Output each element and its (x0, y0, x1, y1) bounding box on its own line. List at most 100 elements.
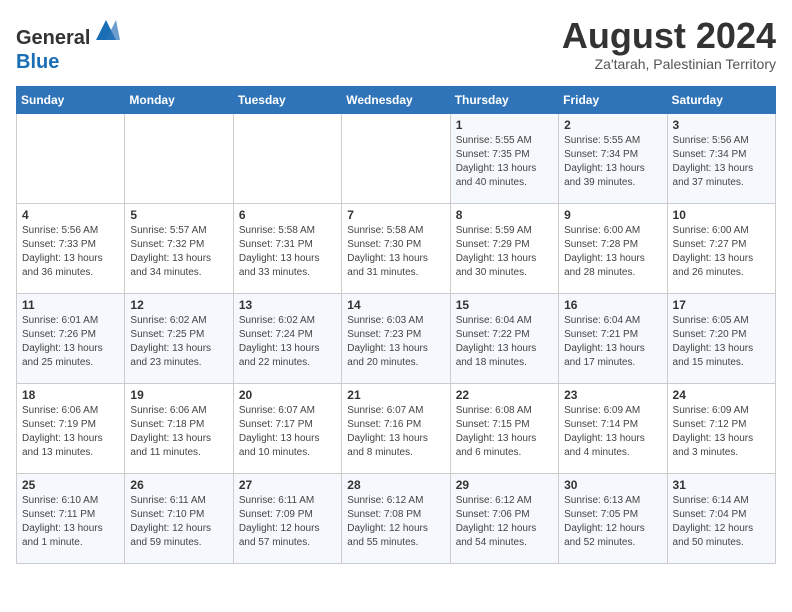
day-detail: Sunrise: 6:13 AM Sunset: 7:05 PM Dayligh… (564, 494, 661, 550)
calendar-cell: 17Sunrise: 6:05 AM Sunset: 7:20 PM Dayli… (667, 294, 775, 384)
day-number: 13 (239, 298, 336, 312)
location: Za'tarah, Palestinian Territory (562, 56, 776, 72)
weekday-header-row: SundayMondayTuesdayWednesdayThursdayFrid… (17, 87, 776, 114)
page-header: General Blue August 2024 Za'tarah, Pales… (16, 16, 776, 74)
calendar-cell: 9 Sunrise: 6:00 AM Sunset: 7:28 PM Daylig… (559, 204, 667, 294)
calendar-week-3: 11 Sunrise: 6:01 AM Sunset: 7:26 PM Dayli… (17, 294, 776, 384)
calendar-cell: 3 Sunrise: 5:56 AM Sunset: 7:34 PM Daylig… (667, 114, 775, 204)
title-area: August 2024 Za'tarah, Palestinian Territ… (562, 16, 776, 72)
calendar-cell: 29Sunrise: 6:12 AM Sunset: 7:06 PM Dayli… (450, 474, 558, 564)
day-number: 3 (673, 118, 770, 132)
calendar-cell (125, 114, 233, 204)
day-number: 17 (673, 298, 770, 312)
weekday-monday: Monday (125, 87, 233, 114)
calendar-cell: 8Sunrise: 5:59 AM Sunset: 7:29 PM Daylig… (450, 204, 558, 294)
day-detail: Sunrise: 6:04 AM Sunset: 7:21 PM Dayligh… (564, 314, 661, 370)
day-number: 15 (456, 298, 553, 312)
day-number: 22 (456, 388, 553, 402)
weekday-friday: Friday (559, 87, 667, 114)
calendar-cell: 25 Sunrise: 6:10 AM Sunset: 7:11 PM Dayli… (17, 474, 125, 564)
calendar-body: 1Sunrise: 5:55 AM Sunset: 7:35 PM Daylig… (17, 114, 776, 564)
calendar-cell: 19 Sunrise: 6:06 AM Sunset: 7:18 PM Dayli… (125, 384, 233, 474)
calendar-cell: 21 Sunrise: 6:07 AM Sunset: 7:16 PM Dayli… (342, 384, 450, 474)
day-number: 6 (239, 208, 336, 222)
calendar-cell (342, 114, 450, 204)
day-detail: Sunrise: 6:01 AM Sunset: 7:26 PM Dayligh… (22, 314, 119, 370)
calendar-cell: 1Sunrise: 5:55 AM Sunset: 7:35 PM Daylig… (450, 114, 558, 204)
calendar-week-4: 18 Sunrise: 6:06 AM Sunset: 7:19 PM Dayli… (17, 384, 776, 474)
day-number: 2 (564, 118, 661, 132)
day-detail: Sunrise: 6:06 AM Sunset: 7:19 PM Dayligh… (22, 404, 119, 460)
day-detail: Sunrise: 6:02 AM Sunset: 7:24 PM Dayligh… (239, 314, 336, 370)
day-detail: Sunrise: 5:56 AM Sunset: 7:33 PM Dayligh… (22, 224, 119, 280)
calendar-cell: 11 Sunrise: 6:01 AM Sunset: 7:26 PM Dayli… (17, 294, 125, 384)
calendar-cell: 15Sunrise: 6:04 AM Sunset: 7:22 PM Dayli… (450, 294, 558, 384)
day-detail: Sunrise: 5:59 AM Sunset: 7:29 PM Dayligh… (456, 224, 553, 280)
calendar-cell: 14Sunrise: 6:03 AM Sunset: 7:23 PM Dayli… (342, 294, 450, 384)
day-number: 7 (347, 208, 444, 222)
day-number: 21 (347, 388, 444, 402)
day-detail: Sunrise: 6:07 AM Sunset: 7:17 PM Dayligh… (239, 404, 336, 460)
day-number: 10 (673, 208, 770, 222)
calendar-cell (17, 114, 125, 204)
calendar-week-1: 1Sunrise: 5:55 AM Sunset: 7:35 PM Daylig… (17, 114, 776, 204)
day-number: 19 (130, 388, 227, 402)
calendar-week-2: 4 Sunrise: 5:56 AM Sunset: 7:33 PM Daylig… (17, 204, 776, 294)
day-detail: Sunrise: 5:58 AM Sunset: 7:31 PM Dayligh… (239, 224, 336, 280)
logo: General Blue (16, 16, 120, 74)
calendar-cell: 27Sunrise: 6:11 AM Sunset: 7:09 PM Dayli… (233, 474, 341, 564)
day-detail: Sunrise: 5:55 AM Sunset: 7:34 PM Dayligh… (564, 134, 661, 190)
day-detail: Sunrise: 6:12 AM Sunset: 7:08 PM Dayligh… (347, 494, 444, 550)
day-detail: Sunrise: 6:07 AM Sunset: 7:16 PM Dayligh… (347, 404, 444, 460)
day-number: 11 (22, 298, 119, 312)
day-number: 9 (564, 208, 661, 222)
day-number: 24 (673, 388, 770, 402)
calendar-cell: 30 Sunrise: 6:13 AM Sunset: 7:05 PM Dayli… (559, 474, 667, 564)
day-number: 18 (22, 388, 119, 402)
calendar-cell: 7 Sunrise: 5:58 AM Sunset: 7:30 PM Daylig… (342, 204, 450, 294)
calendar-cell: 23 Sunrise: 6:09 AM Sunset: 7:14 PM Dayli… (559, 384, 667, 474)
day-number: 25 (22, 478, 119, 492)
day-number: 5 (130, 208, 227, 222)
calendar-cell (233, 114, 341, 204)
day-number: 27 (239, 478, 336, 492)
calendar-cell: 28 Sunrise: 6:12 AM Sunset: 7:08 PM Dayli… (342, 474, 450, 564)
day-number: 14 (347, 298, 444, 312)
calendar-cell: 20 Sunrise: 6:07 AM Sunset: 7:17 PM Dayli… (233, 384, 341, 474)
day-number: 28 (347, 478, 444, 492)
day-detail: Sunrise: 6:10 AM Sunset: 7:11 PM Dayligh… (22, 494, 119, 550)
day-detail: Sunrise: 6:12 AM Sunset: 7:06 PM Dayligh… (456, 494, 553, 550)
day-detail: Sunrise: 6:14 AM Sunset: 7:04 PM Dayligh… (673, 494, 770, 550)
day-detail: Sunrise: 5:56 AM Sunset: 7:34 PM Dayligh… (673, 134, 770, 190)
weekday-thursday: Thursday (450, 87, 558, 114)
day-number: 31 (673, 478, 770, 492)
calendar-cell: 13 Sunrise: 6:02 AM Sunset: 7:24 PM Dayli… (233, 294, 341, 384)
calendar-cell: 6 Sunrise: 5:58 AM Sunset: 7:31 PM Daylig… (233, 204, 341, 294)
day-detail: Sunrise: 6:02 AM Sunset: 7:25 PM Dayligh… (130, 314, 227, 370)
day-detail: Sunrise: 6:09 AM Sunset: 7:14 PM Dayligh… (564, 404, 661, 460)
weekday-saturday: Saturday (667, 87, 775, 114)
day-number: 16 (564, 298, 661, 312)
day-detail: Sunrise: 6:06 AM Sunset: 7:18 PM Dayligh… (130, 404, 227, 460)
logo-blue: Blue (16, 51, 59, 73)
logo-general: General (16, 27, 90, 49)
calendar-cell: 12Sunrise: 6:02 AM Sunset: 7:25 PM Dayli… (125, 294, 233, 384)
day-detail: Sunrise: 6:00 AM Sunset: 7:28 PM Dayligh… (564, 224, 661, 280)
day-number: 23 (564, 388, 661, 402)
calendar-cell: 26Sunrise: 6:11 AM Sunset: 7:10 PM Dayli… (125, 474, 233, 564)
weekday-sunday: Sunday (17, 87, 125, 114)
month-title: August 2024 (562, 16, 776, 56)
calendar-cell: 18 Sunrise: 6:06 AM Sunset: 7:19 PM Dayli… (17, 384, 125, 474)
day-number: 26 (130, 478, 227, 492)
day-number: 1 (456, 118, 553, 132)
day-detail: Sunrise: 6:00 AM Sunset: 7:27 PM Dayligh… (673, 224, 770, 280)
day-detail: Sunrise: 6:09 AM Sunset: 7:12 PM Dayligh… (673, 404, 770, 460)
weekday-tuesday: Tuesday (233, 87, 341, 114)
calendar-cell: 2 Sunrise: 5:55 AM Sunset: 7:34 PM Daylig… (559, 114, 667, 204)
day-number: 20 (239, 388, 336, 402)
calendar-week-5: 25 Sunrise: 6:10 AM Sunset: 7:11 PM Dayli… (17, 474, 776, 564)
calendar-cell: 24 Sunrise: 6:09 AM Sunset: 7:12 PM Dayli… (667, 384, 775, 474)
day-number: 4 (22, 208, 119, 222)
day-detail: Sunrise: 5:58 AM Sunset: 7:30 PM Dayligh… (347, 224, 444, 280)
day-number: 30 (564, 478, 661, 492)
